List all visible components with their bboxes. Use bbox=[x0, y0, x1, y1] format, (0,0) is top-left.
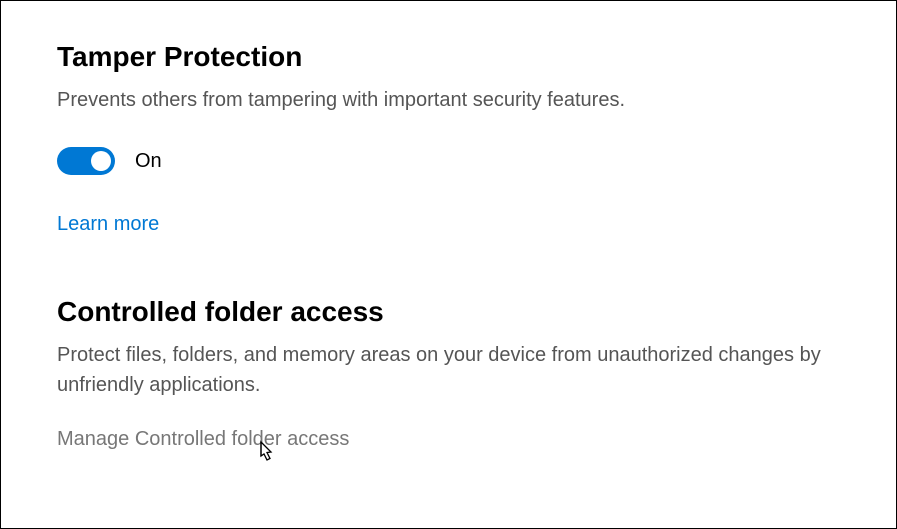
learn-more-link[interactable]: Learn more bbox=[57, 213, 159, 235]
toggle-knob bbox=[91, 151, 111, 171]
tamper-protection-title: Tamper Protection bbox=[57, 41, 840, 73]
tamper-protection-toggle[interactable] bbox=[57, 147, 115, 175]
controlled-folder-access-section: Controlled folder access Protect files, … bbox=[57, 296, 840, 451]
manage-link-text: Manage Controlled folder access bbox=[57, 428, 349, 450]
manage-controlled-folder-access-link[interactable]: Manage Controlled folder access bbox=[57, 428, 840, 451]
controlled-folder-access-title: Controlled folder access bbox=[57, 296, 840, 328]
controlled-folder-access-description: Protect files, folders, and memory areas… bbox=[57, 340, 840, 400]
tamper-protection-section: Tamper Protection Prevents others from t… bbox=[57, 41, 840, 236]
tamper-protection-description: Prevents others from tampering with impo… bbox=[57, 85, 840, 115]
tamper-protection-toggle-row: On bbox=[57, 147, 840, 175]
toggle-state-label: On bbox=[135, 150, 162, 173]
